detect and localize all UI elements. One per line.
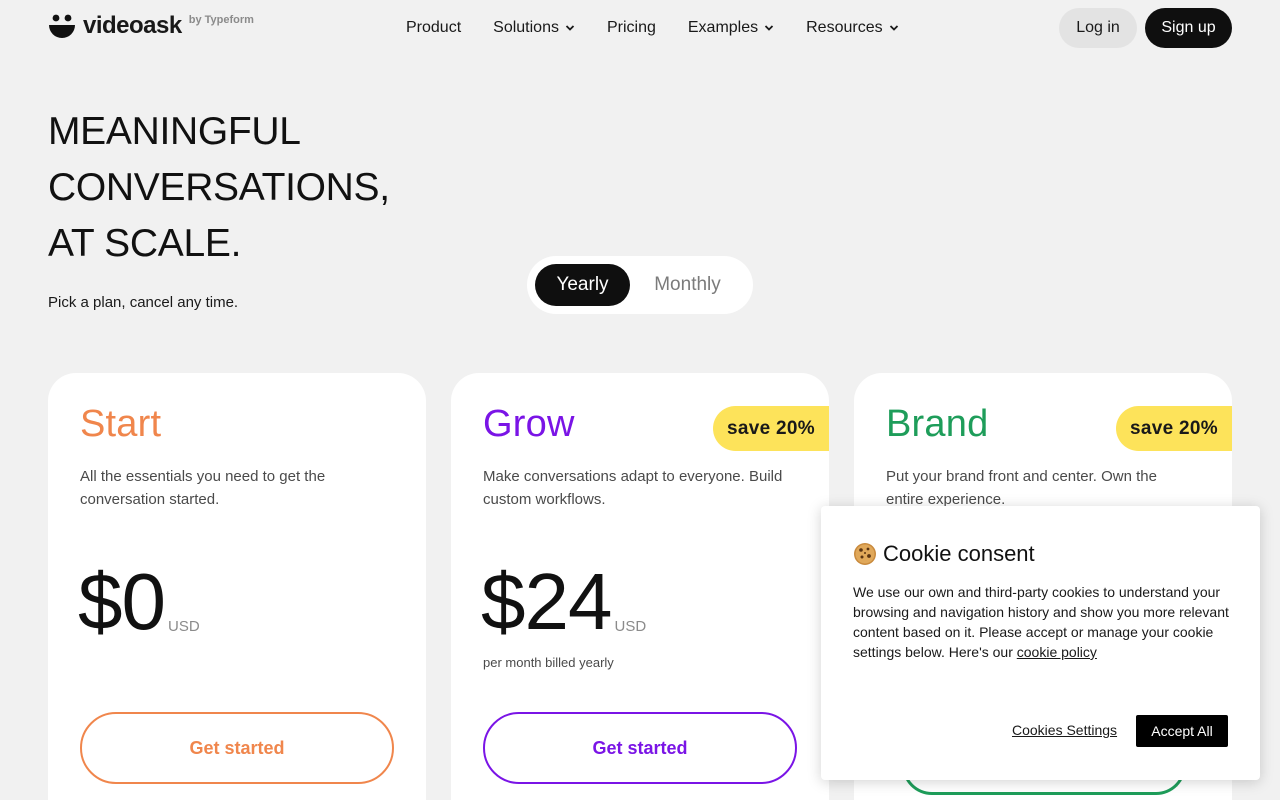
plan-billing-note: per month billed yearly bbox=[483, 655, 614, 670]
cookie-consent-dialog: Cookie consent We use our own and third-… bbox=[821, 506, 1260, 780]
plan-price: $0 bbox=[78, 557, 166, 646]
plan-price-row: $24 USD bbox=[481, 559, 646, 645]
plan-card-start: Start All the essentials you need to get… bbox=[48, 373, 426, 800]
save-badge: save 20% bbox=[713, 406, 829, 451]
cookie-title-text: Cookie consent bbox=[883, 541, 1035, 566]
page-title: MEANINGFUL CONVERSATIONS, AT SCALE. bbox=[48, 104, 390, 272]
chevron-down-icon bbox=[565, 25, 575, 31]
nav-pricing[interactable]: Pricing bbox=[607, 17, 656, 39]
toggle-yearly[interactable]: Yearly bbox=[535, 264, 630, 306]
plan-description: Make conversations adapt to everyone. Bu… bbox=[483, 468, 783, 508]
plan-name: Start bbox=[80, 403, 162, 445]
cookie-title: Cookie consent bbox=[853, 541, 1035, 567]
nav-solutions-label: Solutions bbox=[493, 19, 559, 36]
smiley-logo-icon bbox=[49, 14, 75, 38]
nav-product-label: Product bbox=[406, 19, 462, 36]
plan-description: Put your brand front and center. Own the… bbox=[886, 468, 1157, 508]
plan-card-grow: Grow save 20% Make conversations adapt t… bbox=[451, 373, 829, 800]
nav-product[interactable]: Product bbox=[406, 17, 461, 39]
nav-solutions[interactable]: Solutions bbox=[493, 17, 575, 39]
nav-examples[interactable]: Examples bbox=[688, 17, 774, 39]
logo-wordmark: videoask bbox=[83, 12, 182, 39]
site-header: videoask by Typeform Product Solutions P… bbox=[0, 0, 1280, 56]
save-badge: save 20% bbox=[1116, 406, 1232, 451]
cookie-icon bbox=[854, 543, 876, 565]
signup-button[interactable]: Sign up bbox=[1145, 8, 1232, 48]
videoask-logo[interactable]: videoask by Typeform bbox=[48, 10, 254, 42]
billing-toggle: Yearly Monthly bbox=[527, 256, 753, 314]
chevron-down-icon bbox=[764, 25, 774, 31]
chevron-down-icon bbox=[889, 25, 898, 31]
main-nav: Product Solutions Pricing Examples Resou… bbox=[406, 17, 931, 39]
get-started-button-grow[interactable]: Get started bbox=[483, 712, 797, 784]
cookie-description: We use our own and third-party cookies t… bbox=[853, 582, 1233, 662]
cookie-policy-link[interactable]: cookie policy bbox=[1017, 644, 1097, 660]
plan-description: All the essentials you need to get the c… bbox=[80, 468, 326, 508]
login-button[interactable]: Log in bbox=[1059, 8, 1137, 48]
title-line-2: CONVERSATIONS, bbox=[48, 166, 390, 209]
page-subtitle: Pick a plan, cancel any time. bbox=[48, 294, 239, 311]
title-line-3: AT SCALE. bbox=[48, 222, 242, 265]
nav-resources[interactable]: Resources bbox=[806, 17, 898, 39]
logo-byline: by Typeform bbox=[188, 14, 254, 26]
plan-price: $24 bbox=[481, 557, 612, 646]
title-line-1: MEANINGFUL bbox=[48, 110, 301, 153]
nav-resources-label: Resources bbox=[806, 19, 883, 36]
nav-examples-label: Examples bbox=[687, 19, 759, 36]
plan-price-row: $0 USD bbox=[78, 559, 200, 645]
nav-pricing-label: Pricing bbox=[606, 19, 656, 36]
plan-currency: USD bbox=[167, 618, 200, 635]
cookies-settings-button[interactable]: Cookies Settings bbox=[1012, 722, 1117, 738]
plan-name: Brand bbox=[886, 403, 989, 445]
plan-currency: USD bbox=[614, 618, 647, 635]
toggle-monthly[interactable]: Monthly bbox=[630, 264, 745, 306]
plan-name: Grow bbox=[483, 403, 575, 445]
accept-all-button[interactable]: Accept All bbox=[1136, 715, 1228, 747]
get-started-button-start[interactable]: Get started bbox=[80, 712, 394, 784]
